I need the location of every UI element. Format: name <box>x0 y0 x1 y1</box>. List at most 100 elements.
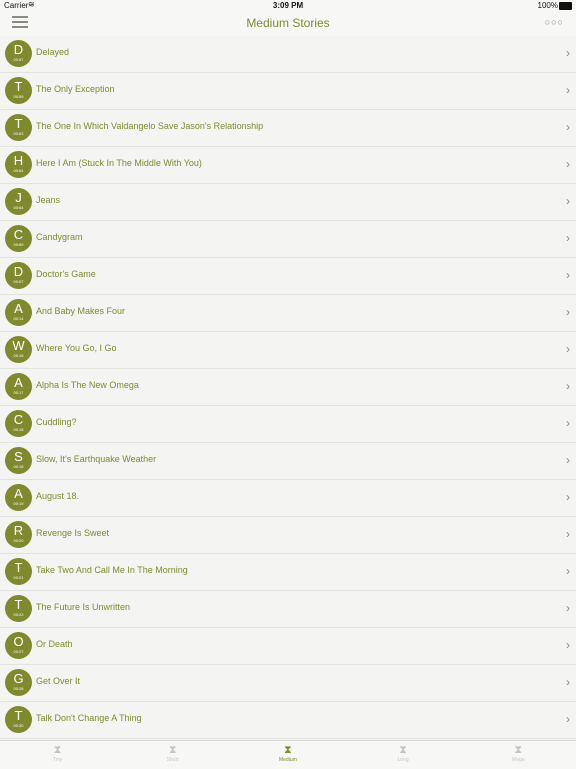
story-avatar: T 00:59 <box>5 77 32 104</box>
story-title: Revenge Is Sweet <box>36 528 110 538</box>
story-avatar: C 00:69 <box>5 225 32 252</box>
status-time: 3:09 PM <box>272 1 304 10</box>
story-row[interactable]: T 00:21 Take Two And Call Me In The Mornin… <box>0 554 576 591</box>
tab-mega[interactable]: ⧗ Mega <box>461 741 576 769</box>
chevron-right-icon: › <box>566 601 570 615</box>
chevron-right-icon: › <box>566 305 570 319</box>
story-initial: T <box>14 560 23 575</box>
story-initial: S <box>14 449 23 464</box>
chevron-right-icon: › <box>566 83 570 97</box>
tab-label: Long <box>397 757 409 763</box>
story-title: Where You Go, I Go <box>36 343 117 353</box>
story-initial: D <box>13 42 24 57</box>
page-title: Medium Stories <box>246 16 330 30</box>
chevron-right-icon: › <box>566 453 570 467</box>
story-code: 00:64 <box>13 168 24 173</box>
story-row[interactable]: T 00:63 The One In Which Valdangelo Save J… <box>0 110 576 147</box>
story-code: 00:22 <box>13 612 24 617</box>
story-row[interactable]: J 00:64 Jeans › <box>0 184 576 221</box>
chevron-right-icon: › <box>566 416 570 430</box>
story-initial: W <box>12 338 25 353</box>
story-code: 00:20 <box>13 538 24 543</box>
story-avatar: S 00:18 <box>5 447 32 474</box>
chevron-right-icon: › <box>566 120 570 134</box>
tab-label: Mega <box>512 757 525 763</box>
tab-short[interactable]: ⧗ Short <box>115 741 230 769</box>
story-title: Cuddling? <box>36 417 77 427</box>
hourglass-icon: ⧗ <box>168 744 177 756</box>
chevron-right-icon: › <box>566 342 570 356</box>
story-row[interactable]: A 00:17 Alpha Is The New Omega › <box>0 369 576 406</box>
story-title: And Baby Makes Four <box>36 306 126 316</box>
story-avatar: H 00:64 <box>5 151 32 178</box>
story-initial: T <box>14 79 23 94</box>
story-avatar: W 00:16 <box>5 336 32 363</box>
story-avatar: D 00:57 <box>5 40 32 67</box>
story-initial: D <box>13 264 24 279</box>
tab-medium[interactable]: ⧗ Medium <box>230 741 345 769</box>
story-row[interactable]: C 00:69 Candygram › <box>0 221 576 258</box>
hourglass-icon: ⧗ <box>53 744 62 756</box>
story-initial: T <box>14 708 23 723</box>
story-initial: O <box>13 634 24 649</box>
story-code: 00:07 <box>13 279 24 284</box>
story-title: Talk Don't Change A Thing <box>36 713 142 723</box>
story-initial: G <box>13 671 24 686</box>
story-row[interactable]: R 00:20 Revenge Is Sweet › <box>0 517 576 554</box>
story-initial: C <box>13 412 24 427</box>
story-title: Candygram <box>36 232 83 242</box>
story-code: 00:17 <box>13 390 24 395</box>
story-code: 00:69 <box>13 242 24 247</box>
tab-label: Short <box>166 757 179 763</box>
story-title: Or Death <box>36 639 73 649</box>
story-title: Alpha Is The New Omega <box>36 380 139 390</box>
battery-percentage: 100% <box>537 1 558 10</box>
story-row[interactable]: D 00:07 Doctor's Game › <box>0 258 576 295</box>
chevron-right-icon: › <box>566 712 570 726</box>
story-row[interactable]: G 00:28 Get Over It › <box>0 665 576 702</box>
story-title: The Future Is Unwritten <box>36 602 131 612</box>
tab-long[interactable]: ⧗ Long <box>346 741 461 769</box>
story-row[interactable]: O 00:27 Or Death › <box>0 628 576 665</box>
story-code: 00:63 <box>13 131 24 136</box>
story-code: 00:59 <box>13 94 24 99</box>
story-row[interactable]: A 00:14 And Baby Makes Four › <box>0 295 576 332</box>
story-title: The Only Exception <box>36 84 115 94</box>
story-avatar: O 00:27 <box>5 632 32 659</box>
story-initial: R <box>13 523 24 538</box>
chevron-right-icon: › <box>566 638 570 652</box>
chevron-right-icon: › <box>566 379 570 393</box>
story-avatar: C 00:18 <box>5 410 32 437</box>
chevron-right-icon: › <box>566 564 570 578</box>
story-avatar: T 00:21 <box>5 558 32 585</box>
chevron-right-icon: › <box>566 46 570 60</box>
story-code: 00:27 <box>13 649 24 654</box>
story-code: 00:14 <box>13 316 24 321</box>
hourglass-icon: ⧗ <box>399 744 407 756</box>
tab-tiny[interactable]: ⧗ Tiny <box>0 741 115 769</box>
chevron-right-icon: › <box>566 527 570 541</box>
hourglass-icon: ⧗ <box>284 744 292 756</box>
story-initial: H <box>13 153 24 168</box>
story-row[interactable]: T 00:22 The Future Is Unwritten › <box>0 591 576 628</box>
story-avatar: T 00:22 <box>5 595 32 622</box>
story-row[interactable]: A 00:19 August 18. › <box>0 480 576 517</box>
story-initial: J <box>15 190 22 205</box>
story-code: 00:18 <box>13 464 24 469</box>
story-row[interactable]: T 00:59 The Only Exception › <box>0 73 576 110</box>
story-code: 00:30 <box>13 723 24 728</box>
chevron-right-icon: › <box>566 268 570 282</box>
story-row[interactable]: H 00:64 Here I Am (Stuck In The Middle Wit… <box>0 147 576 184</box>
story-row[interactable]: C 00:18 Cuddling? › <box>0 406 576 443</box>
chevron-right-icon: › <box>566 194 570 208</box>
story-row[interactable]: W 00:16 Where You Go, I Go › <box>0 332 576 369</box>
story-initial: A <box>14 301 23 316</box>
navigation-bar: Medium Stories ○○○ <box>0 12 576 37</box>
more-options-icon[interactable]: ○○○ <box>545 17 564 27</box>
story-code: 00:28 <box>13 686 24 691</box>
story-row[interactable]: D 00:57 Delayed › <box>0 36 576 73</box>
story-row[interactable]: T 00:30 Talk Don't Change A Thing › <box>0 702 576 739</box>
story-code: 00:19 <box>13 501 24 506</box>
story-row[interactable]: S 00:18 Slow, It's Earthquake Weather › <box>0 443 576 480</box>
story-code: 00:21 <box>13 575 24 580</box>
